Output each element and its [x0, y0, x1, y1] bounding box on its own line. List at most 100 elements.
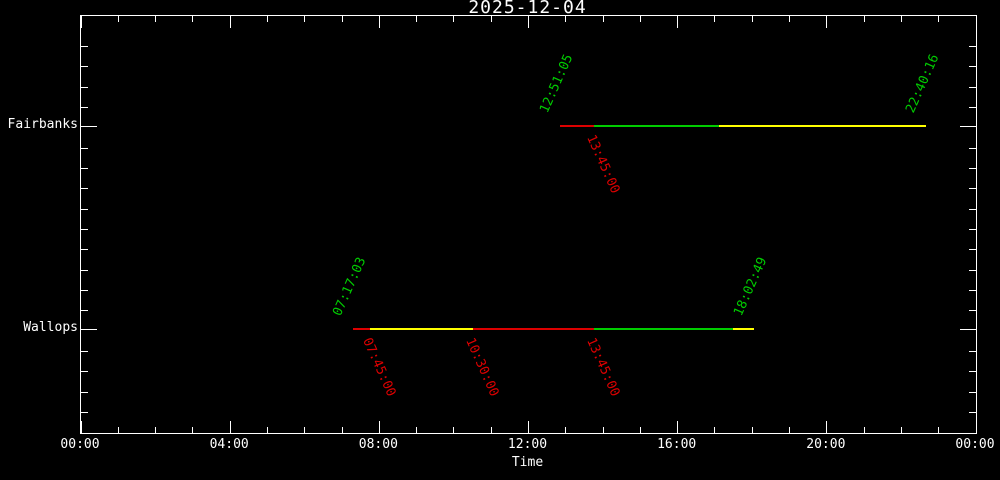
x-axis-tick [155, 16, 157, 22]
x-axis-tick [714, 16, 716, 22]
pass-segment [732, 328, 754, 330]
pass-segment [472, 328, 594, 330]
x-axis-tick [80, 16, 82, 28]
y-axis-tick [969, 167, 976, 169]
x-axis-tick [378, 16, 380, 28]
row-major-tick [960, 328, 976, 330]
y-axis-tick [81, 290, 88, 292]
x-axis-tick [453, 427, 455, 433]
y-axis-tick [969, 66, 976, 68]
x-axis-tick [900, 16, 902, 22]
x-axis-tick [528, 16, 529, 28]
x-axis-tick [117, 427, 119, 433]
y-axis-tick [969, 269, 976, 271]
x-axis-tick [751, 16, 753, 22]
x-axis-tick [155, 427, 157, 433]
y-axis-tick [81, 412, 88, 414]
pass-segment [593, 125, 720, 127]
plot-area [80, 15, 977, 434]
y-axis-tick [81, 371, 88, 373]
x-axis-tick [304, 16, 306, 22]
x-axis-tick [192, 427, 194, 433]
y-axis-tick [81, 147, 88, 149]
row-label-wallops: Wallops [23, 320, 78, 335]
pass-segment [593, 328, 733, 330]
pass-segment [719, 125, 927, 127]
x-axis-tick [416, 427, 418, 433]
y-axis-tick [81, 351, 88, 353]
y-axis-tick [969, 208, 976, 210]
x-tick-label: 00:00 [955, 437, 995, 452]
x-axis-tick [900, 427, 902, 433]
x-axis-tick [639, 427, 641, 433]
x-axis-tick [341, 427, 343, 433]
y-axis-tick [81, 229, 88, 230]
y-axis-tick [969, 229, 976, 230]
y-axis-tick [81, 167, 88, 169]
x-tick-label: 08:00 [358, 437, 398, 452]
chart-title: 2025-12-04 [468, 0, 587, 18]
x-axis-tick [677, 421, 679, 433]
x-tick-label: 20:00 [806, 437, 846, 452]
y-axis-tick [969, 412, 976, 414]
pass-segment [352, 328, 370, 330]
x-axis-tick [378, 421, 380, 433]
y-axis-tick [81, 391, 88, 393]
y-axis-tick [969, 86, 976, 88]
y-axis-tick [81, 249, 88, 251]
x-axis-tick [975, 16, 977, 28]
x-axis-tick [714, 427, 716, 433]
x-axis-tick [80, 421, 82, 433]
x-axis-tick [602, 16, 604, 22]
x-axis-tick [416, 16, 418, 22]
x-axis-tick [938, 427, 940, 433]
row-major-tick [81, 125, 97, 127]
visibility-timeline-chart: 2025-12-04 Time 00:00 04:00 08:00 12:00 16:0… [0, 0, 1000, 480]
pass-segment [560, 125, 594, 127]
x-axis-tick [117, 16, 119, 22]
row-major-tick [81, 328, 97, 330]
x-axis-tick [863, 427, 865, 433]
y-axis-tick [969, 290, 976, 292]
x-axis-tick [863, 16, 865, 22]
y-axis-tick [81, 310, 88, 312]
y-axis-tick [81, 66, 88, 68]
row-label-fairbanks: Fairbanks [7, 117, 78, 132]
x-axis-tick [229, 421, 231, 433]
x-axis-title: Time [511, 455, 544, 470]
x-axis-tick [490, 16, 492, 22]
x-axis-tick [565, 16, 567, 22]
y-axis-tick [969, 106, 976, 108]
y-axis-tick [969, 310, 976, 312]
x-tick-label: 12:00 [507, 437, 548, 452]
y-axis-tick [81, 188, 88, 190]
row-major-tick [960, 125, 976, 127]
y-axis-tick [969, 147, 976, 149]
x-axis-tick [789, 427, 791, 433]
x-tick-label: 04:00 [209, 437, 249, 452]
y-axis-tick [81, 86, 88, 88]
x-axis-tick [751, 427, 753, 433]
x-axis-tick [229, 16, 231, 28]
x-axis-tick [528, 421, 529, 433]
x-axis-tick [453, 16, 455, 22]
x-tick-label: 00:00 [60, 437, 100, 452]
x-axis-tick [266, 16, 268, 22]
x-axis-tick [565, 427, 567, 433]
y-axis-tick [81, 208, 88, 210]
y-axis-tick [969, 351, 976, 353]
y-axis-tick [81, 45, 88, 47]
y-axis-tick [81, 106, 88, 108]
x-tick-label: 16:00 [657, 437, 697, 452]
y-axis-tick [969, 249, 976, 251]
y-axis-tick [969, 188, 976, 190]
y-axis-tick [969, 45, 976, 47]
pass-segment [370, 328, 473, 330]
x-axis-tick [677, 16, 679, 28]
x-axis-tick [639, 16, 641, 22]
x-axis-tick [789, 16, 791, 22]
x-axis-tick [304, 427, 306, 433]
x-axis-tick [490, 427, 492, 433]
y-axis-tick [81, 269, 88, 271]
x-axis-tick [266, 427, 268, 433]
